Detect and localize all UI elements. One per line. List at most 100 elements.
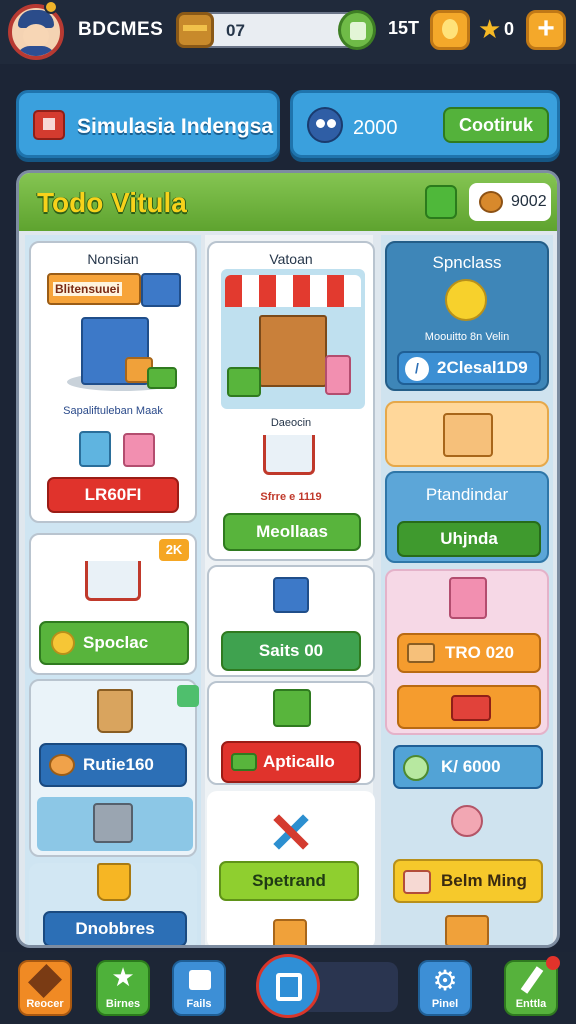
trash-slot[interactable] (37, 797, 193, 851)
panel-header: Todo Vitula 9002 (19, 173, 557, 231)
pie-counter: 9002 (469, 183, 551, 221)
card-title: Nonsian (87, 251, 139, 267)
button-label: Belm Ming (441, 871, 527, 890)
bucket-icon (97, 863, 131, 901)
star-count: 0 (504, 19, 515, 39)
card-button-apticallo[interactable]: Apticallo (221, 741, 361, 783)
star-icon: ★ (478, 14, 502, 44)
shop-card-spoclac[interactable]: 2K Spoclac (29, 533, 197, 675)
shop-card-apticallo[interactable]: Apticallo (207, 681, 375, 785)
cake-icon (403, 870, 431, 894)
calculator-icon (79, 431, 111, 467)
card-button-2clesal[interactable]: / 2Clesal1D9 (397, 351, 541, 385)
pencil-icon (520, 966, 544, 994)
coin-bag-icon (445, 279, 487, 321)
nav-label: Enttla (515, 998, 547, 1010)
add-coins-button[interactable] (338, 10, 376, 50)
shopping-cart-icon (141, 273, 181, 307)
card-button-spetrand[interactable]: Spetrand (219, 861, 359, 901)
button-label: 2Clesal1D9 (437, 358, 528, 377)
shop-card-tro[interactable]: TRO 020 (385, 569, 549, 735)
table-icon (407, 643, 435, 663)
energy-value: 15T (388, 18, 420, 38)
shop-card-nonsian[interactable]: Nonsian Blitensuuei Sapaliftuleban Maak … (29, 241, 197, 523)
card-button-tro[interactable]: TRO 020 (397, 633, 541, 673)
map-pin-icon (403, 755, 429, 781)
button-label: TRO 020 (445, 643, 514, 662)
treasure-chest-icon (176, 12, 214, 48)
hammer-icon (28, 964, 62, 998)
card-button-lr60fi[interactable]: LR60FI (47, 477, 179, 513)
bottle-icon (325, 355, 351, 395)
shopping-cart-icon (263, 435, 315, 475)
gear-icon: ⚙ (432, 965, 458, 996)
card-button-meollaas[interactable]: Meollaas (223, 513, 361, 551)
nav-center-button[interactable] (256, 954, 320, 1018)
add-stars-button[interactable]: + (526, 10, 566, 50)
shop-card-saits[interactable]: Saits 00 (207, 565, 375, 677)
nav-favorites[interactable]: ★ Birnes (96, 960, 150, 1016)
crate-icon (147, 367, 177, 389)
bottom-nav: Reocer ★ Birnes Fails ⚙ Pinel Enttla (0, 952, 576, 1024)
shop-card-vatoan[interactable]: Vatoan Daeocin Sfrre e 1119 Meollaas (207, 241, 375, 561)
banner-score: 2000 (353, 117, 398, 139)
market-stall-scene (221, 269, 365, 409)
player-name: BDCMES (78, 19, 164, 40)
button-label: Rutie160 (83, 755, 154, 774)
bread-icon (49, 754, 75, 776)
card-title: Vatoan (269, 251, 313, 267)
nav-home[interactable]: Fails (172, 960, 226, 1016)
face-icon (23, 24, 49, 48)
nav-edit[interactable]: Enttla (504, 956, 560, 1016)
card-title: Spnclass (432, 253, 502, 272)
basket-icon (273, 577, 309, 613)
card-button-belm[interactable]: Belm Ming (393, 859, 543, 903)
store-sign-text: Blitensuuei (53, 282, 122, 296)
tools-icon (269, 811, 313, 851)
shop-card-ptandindar[interactable]: Ptandindar Uhjnda (385, 471, 549, 563)
card-button-saits[interactable]: Saits 00 (221, 631, 361, 671)
shop-card-spetrand[interactable]: Spetrand (207, 791, 375, 945)
card-label: Daeocin (270, 417, 312, 429)
shop-card-spnclass[interactable]: Spnclass Moouitto 8n Velin / 2Clesal1D9 (385, 241, 549, 391)
simulation-banner[interactable]: Simulasia Indengsa (16, 90, 280, 158)
card-button-dnobbres[interactable]: Dnobbres (43, 911, 187, 945)
paper-bag-icon (97, 689, 133, 733)
nav-build[interactable]: Reocer (18, 960, 72, 1016)
player-avatar[interactable] (8, 4, 64, 60)
shop-card-package[interactable] (385, 401, 549, 467)
nav-settings[interactable]: ⚙ Pinel (418, 960, 472, 1016)
coin-icon (51, 631, 75, 655)
button-label: K/ 6000 (441, 757, 501, 776)
shopping-bag-icon (123, 433, 155, 467)
button-label: Spoclac (83, 633, 149, 652)
card-button-rutie[interactable]: Rutie160 (39, 743, 187, 787)
card-button-k6000[interactable]: K/ 6000 (393, 745, 543, 789)
card-caption: Moouitto 8n Velin (424, 331, 510, 343)
collect-button[interactable]: Cootiruk (443, 107, 549, 143)
coin-value: 07 (226, 21, 245, 40)
lollipop-icon (451, 805, 483, 837)
nav-label: Reocer (26, 998, 64, 1010)
coin-bar[interactable]: 07 (176, 10, 376, 50)
shop-card-dnobbres[interactable]: Dnobbres (29, 863, 197, 945)
nav-label: Pinel (431, 998, 459, 1010)
card-button-uhjnda[interactable]: Uhjnda (397, 521, 541, 557)
crate-slot-button[interactable] (397, 685, 541, 729)
gift-box-icon (33, 110, 65, 140)
basket-icon[interactable] (425, 185, 457, 219)
crate-icon (231, 753, 257, 771)
trash-bin-icon (93, 803, 133, 843)
store-sign-icon: Blitensuuei (47, 273, 141, 305)
package-icon (273, 919, 307, 945)
pencil-icon[interactable] (177, 685, 199, 707)
card-title: Ptandindar (425, 485, 509, 504)
house-icon (189, 970, 211, 990)
card-button-spoclac[interactable]: Spoclac (39, 621, 189, 665)
shop-card-k6000[interactable]: K/ 6000 Belm Ming (385, 739, 549, 945)
pause-grid-icon (276, 973, 302, 1001)
shop-card-rutie[interactable]: Rutie160 (29, 679, 199, 857)
signboard-icon (445, 915, 489, 945)
star-icon: ★ (111, 962, 135, 992)
lightbulb-button[interactable] (430, 10, 470, 50)
